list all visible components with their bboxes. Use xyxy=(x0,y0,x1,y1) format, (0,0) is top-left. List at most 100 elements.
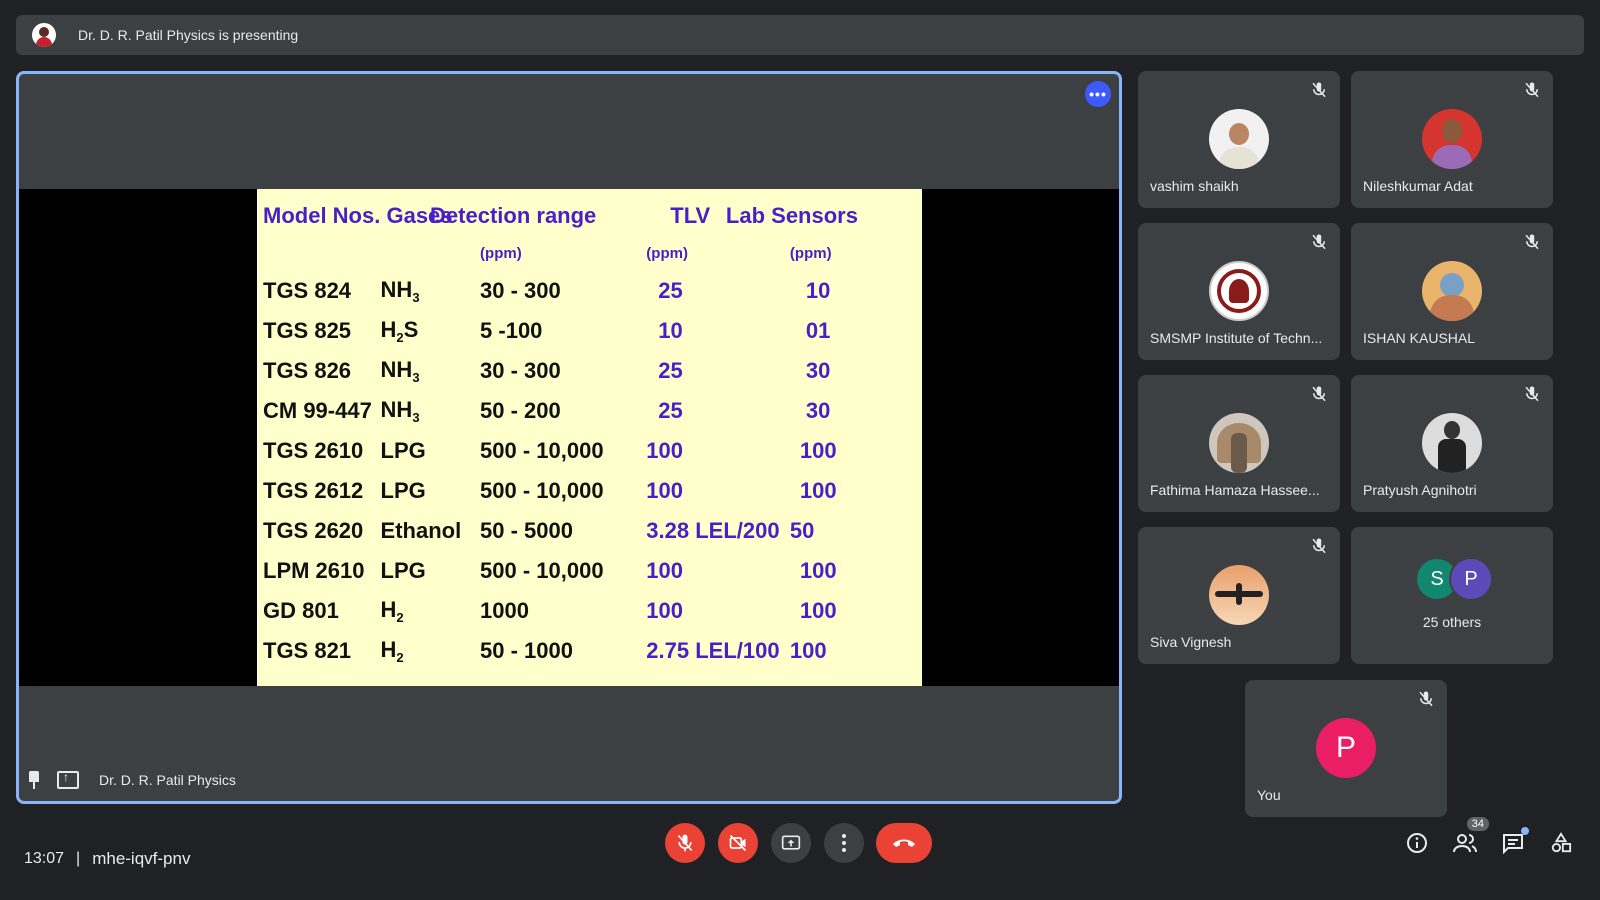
cell-tlv: 25 xyxy=(658,358,683,383)
separator: | xyxy=(76,850,81,867)
present-now-button[interactable] xyxy=(771,823,811,863)
header-range-text: Detection range xyxy=(430,203,597,228)
presentation-stage[interactable]: ••• Model Nos. Gases Detection range TLV… xyxy=(16,71,1122,804)
avatar xyxy=(1209,565,1269,625)
others-avatar: P xyxy=(1449,557,1493,601)
cell-lab: 01 xyxy=(805,318,831,343)
cell-lab: 30 xyxy=(805,398,831,423)
stage-footer: Dr. D. R. Patil Physics xyxy=(27,770,236,789)
avatar xyxy=(1422,261,1482,321)
leave-call-button[interactable] xyxy=(876,823,932,863)
cell-range: 1000 xyxy=(480,598,529,623)
meeting-code: mhe-iqvf-pnv xyxy=(92,849,191,868)
table-row: TGS 825 H2S 5 -100 10 01 xyxy=(263,311,922,351)
header-tlv-text: TLV xyxy=(670,203,711,228)
cell-model: TGS 826 xyxy=(263,358,352,383)
unit-tlv: (ppm) xyxy=(646,244,688,262)
more-options-menu-button[interactable] xyxy=(824,823,864,863)
gas-sensor-table: Model Nos. Gases Detection range TLV Lab… xyxy=(263,197,922,671)
clock: 13:07 xyxy=(24,850,65,867)
camera-toggle-button[interactable] xyxy=(718,823,758,863)
cell-tlv: 25 xyxy=(658,398,683,423)
cell-lab: 100 xyxy=(799,438,837,463)
table-row: TGS 821 H2 50 - 1000 2.75 LEL/100 100 xyxy=(263,631,922,671)
participant-name: Siva Vignesh xyxy=(1150,634,1232,650)
cell-model: TGS 2620 xyxy=(263,518,364,543)
cell-range: 500 - 10,000 xyxy=(480,558,604,583)
table-row: TGS 2612 LPG 500 - 10,000 100 100 xyxy=(263,471,922,511)
participant-name: Fathima Hamaza Hassee... xyxy=(1150,482,1320,498)
header-lab-sensors: Lab Sensors xyxy=(726,197,922,235)
cell-range: 500 - 10,000 xyxy=(480,478,604,503)
participant-name: Pratyush Agnihotri xyxy=(1363,482,1477,498)
table-row: CM 99-447 NH3 50 - 200 25 30 xyxy=(263,391,922,431)
participant-name: vashim shaikh xyxy=(1150,178,1239,194)
avatar xyxy=(1209,261,1269,321)
cell-model: GD 801 xyxy=(263,598,339,623)
presenter-avatar xyxy=(32,23,56,47)
cell-gas: NH3 xyxy=(380,397,420,425)
mic-off-icon xyxy=(1419,691,1433,707)
others-tile[interactable]: S P 25 others xyxy=(1351,527,1553,664)
table-row: TGS 824 NH3 30 - 300 25 10 xyxy=(263,271,922,311)
cell-range: 500 - 10,000 xyxy=(480,438,604,463)
cell-gas: NH3 xyxy=(380,357,420,385)
mic-toggle-button[interactable] xyxy=(665,823,705,863)
avatar xyxy=(1422,413,1482,473)
chat-button[interactable] xyxy=(1499,827,1529,857)
people-count-badge: 34 xyxy=(1466,817,1489,831)
more-vert-icon xyxy=(842,834,846,852)
others-avatars: S P xyxy=(1415,557,1495,601)
avatar xyxy=(1422,109,1482,169)
others-count-label: 25 others xyxy=(1422,614,1482,630)
participant-tile[interactable]: Nileshkumar Adat xyxy=(1351,71,1553,208)
mic-off-icon xyxy=(1312,82,1326,98)
cell-model: TGS 824 xyxy=(263,278,352,303)
cell-gas: NH3 xyxy=(380,277,420,305)
header-lab-text: Lab Sensors xyxy=(725,203,858,228)
header-model: Model Nos. xyxy=(263,203,381,228)
cell-lab: 100 xyxy=(799,558,837,583)
cell-range: 50 - 1000 xyxy=(480,638,573,663)
cell-gas: LPG xyxy=(380,438,426,463)
meeting-details-button[interactable] xyxy=(1403,829,1431,857)
mic-off-icon xyxy=(1312,234,1326,250)
cell-model: TGS 2612 xyxy=(263,478,364,503)
mic-off-icon xyxy=(1525,234,1539,250)
cell-tlv: 100 xyxy=(646,558,684,583)
participant-tile[interactable]: Siva Vignesh xyxy=(1138,527,1340,664)
cell-tlv: 100 xyxy=(646,438,684,463)
cell-gas: H2S xyxy=(380,317,419,345)
cell-range: 30 - 300 xyxy=(480,358,561,383)
cell-gas: H2 xyxy=(380,637,404,665)
mic-off-icon xyxy=(1312,386,1326,402)
cell-gas: LPG xyxy=(380,558,426,583)
pin-icon[interactable] xyxy=(27,771,41,789)
cell-tlv: 3.28 LEL/200 xyxy=(646,518,780,543)
chat-icon xyxy=(1503,834,1523,854)
cell-tlv: 100 xyxy=(646,478,684,503)
people-button[interactable]: 34 xyxy=(1451,817,1489,857)
self-avatar: P xyxy=(1316,718,1376,778)
cell-lab: 100 xyxy=(789,638,827,663)
cell-tlv: 100 xyxy=(646,598,684,623)
participant-tile[interactable]: SMSMP Institute of Techn... xyxy=(1138,223,1340,360)
cell-model: TGS 821 xyxy=(263,638,352,663)
cell-lab: 100 xyxy=(799,598,837,623)
mic-off-icon xyxy=(1312,538,1326,554)
cell-range: 50 - 5000 xyxy=(480,518,573,543)
participant-tile[interactable]: vashim shaikh xyxy=(1138,71,1340,208)
table-row: TGS 2610 LPG 500 - 10,000 100 100 xyxy=(263,431,922,471)
self-tile[interactable]: P You xyxy=(1245,680,1447,817)
participant-tile[interactable]: ISHAN KAUSHAL xyxy=(1351,223,1553,360)
more-options-button[interactable]: ••• xyxy=(1085,81,1111,107)
table-row: TGS 2620 Ethanol 50 - 5000 3.28 LEL/200 … xyxy=(263,511,922,551)
participant-tile[interactable]: Pratyush Agnihotri xyxy=(1351,375,1553,512)
participant-name: SMSMP Institute of Techn... xyxy=(1150,330,1323,346)
avatar xyxy=(1209,109,1269,169)
table-units-row: (ppm) (ppm) (ppm) xyxy=(263,235,922,271)
activities-icon xyxy=(1551,832,1572,853)
people-icon xyxy=(1453,834,1477,853)
activities-button[interactable] xyxy=(1547,829,1575,857)
participant-tile[interactable]: Fathima Hamaza Hassee... xyxy=(1138,375,1340,512)
